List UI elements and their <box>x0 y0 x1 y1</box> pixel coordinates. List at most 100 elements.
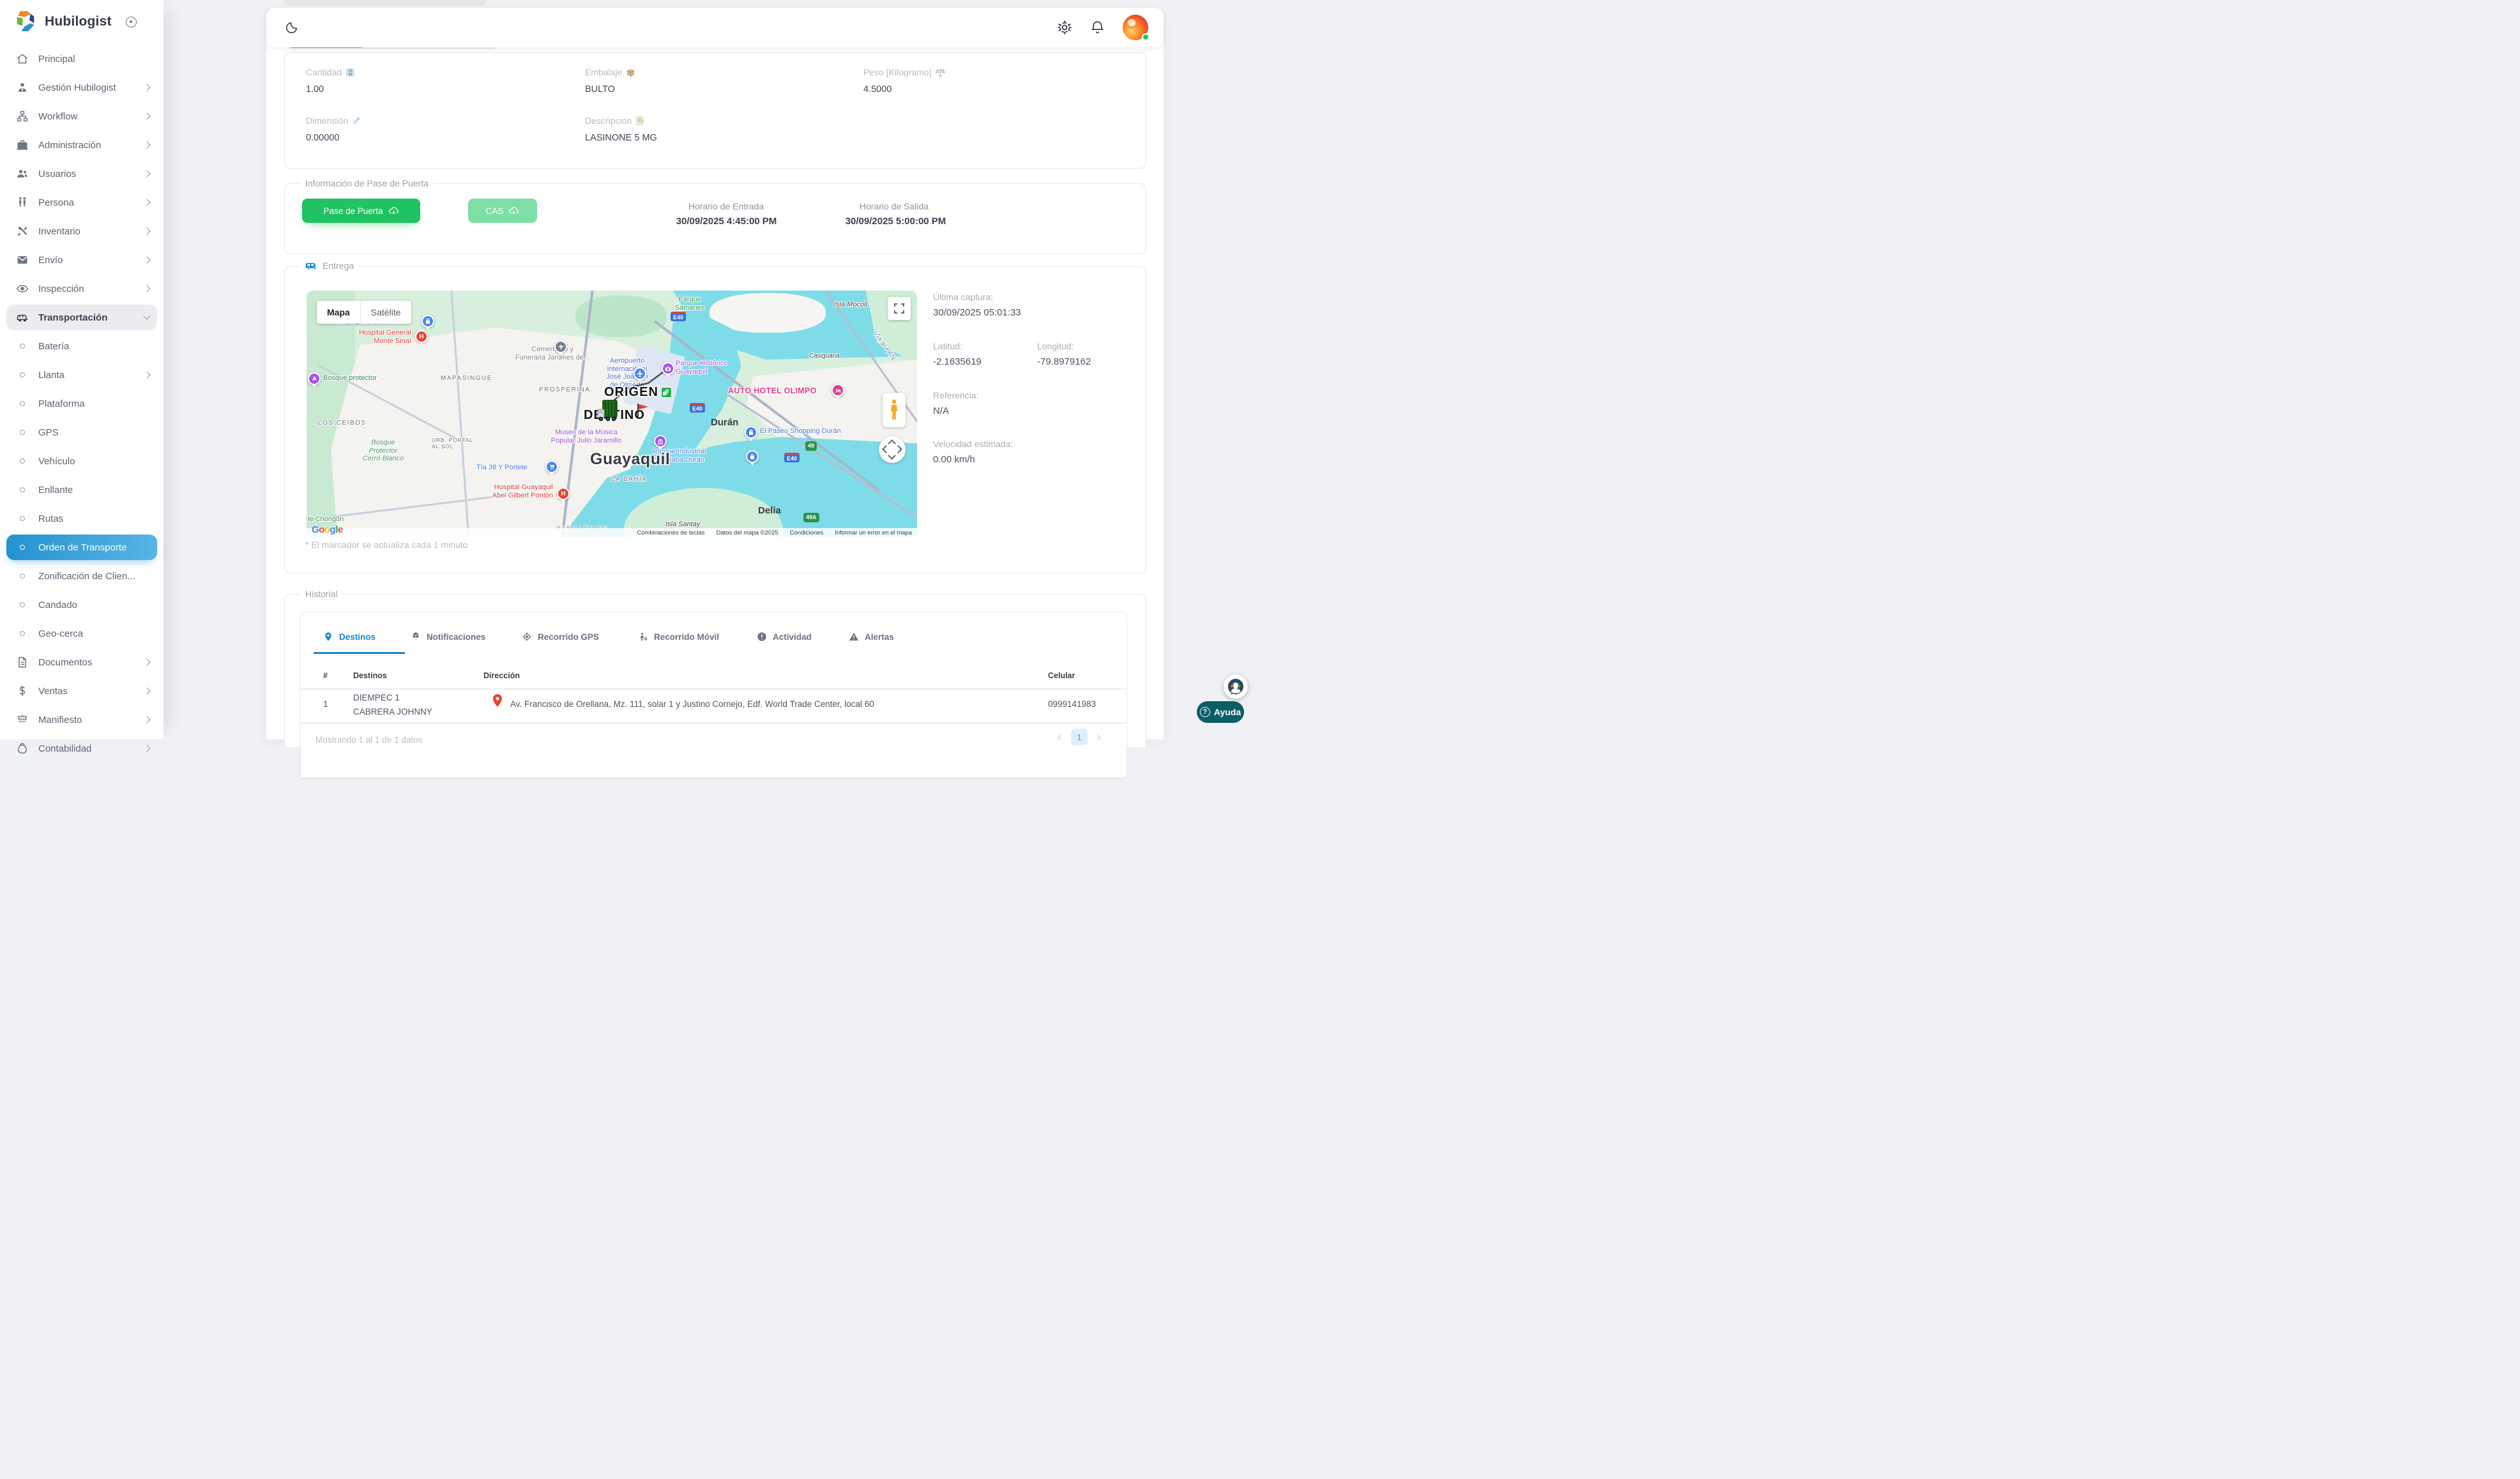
help-button[interactable]: ? Ayuda <box>1197 701 1244 723</box>
logo[interactable]: Hubilogist <box>13 9 137 34</box>
dark-mode-toggle[interactable] <box>283 19 301 36</box>
sidebar-subitem-bateria[interactable]: Batería <box>6 333 157 359</box>
sidebar-subitem-enllante[interactable]: Enllante <box>6 477 157 503</box>
bullet-icon <box>20 573 25 579</box>
numbers-icon: 1234 <box>345 68 355 77</box>
map-type-satelite-button[interactable]: Satélite <box>360 301 411 324</box>
truck-icon <box>595 398 623 423</box>
row-destino-line1: DIEMPEC 1 <box>353 693 400 702</box>
map-pin-bosque-icon <box>308 372 321 385</box>
sidebar-item-usuarios[interactable]: Usuarios <box>6 161 157 186</box>
sidebar-subitem-zonificacion[interactable]: Zonificación de Clien... <box>6 563 157 589</box>
sidebar-item-ventas[interactable]: Ventas <box>6 678 157 704</box>
chevron-right-icon <box>143 199 150 206</box>
sidebar-subitem-candado[interactable]: Candado <box>6 592 157 618</box>
tab-recorrido-movil[interactable]: Recorrido Móvil <box>638 632 719 642</box>
sidebar-item-inventario[interactable]: Inventario <box>6 218 157 244</box>
table-divider <box>301 688 1127 690</box>
street-view-pegman[interactable] <box>883 393 906 427</box>
map-pin-cementerio-icon <box>554 340 567 353</box>
report-error-link[interactable]: Informar un error en el mapa <box>835 529 912 536</box>
keyboard-shortcuts-link[interactable]: Combinaciones de teclas <box>637 529 704 536</box>
chevron-right-icon <box>143 84 150 91</box>
map-label-auto-hotel-olimpo: AUTO HOTEL OLIMPO <box>728 386 817 395</box>
map-label-parque-samanes: Parque Samanes <box>664 296 715 312</box>
sidebar-item-inspeccion[interactable]: Inspección <box>6 276 157 301</box>
sidebar-item-documentos[interactable]: Documentos <box>6 649 157 675</box>
tab-recorrido-gps[interactable]: Recorrido GPS <box>522 632 599 642</box>
map-fullscreen-button[interactable] <box>888 297 911 320</box>
mail-icon <box>15 253 29 267</box>
users-icon <box>15 167 29 181</box>
chevron-right-icon <box>143 170 150 177</box>
google-logo[interactable]: Google <box>312 524 343 535</box>
map-label-museo-musica: Museo de la Música Popular Julio Jaramil… <box>521 429 651 444</box>
pencil-icon <box>352 116 361 125</box>
sidebar-subitem-geo-cerca[interactable]: Geo-cerca <box>6 621 157 646</box>
referencia-value: N/A <box>933 406 949 416</box>
delivery-map[interactable]: Mall El Fortín Parque Samanes Isla Mocol… <box>307 291 917 537</box>
headset-chat-icon <box>1227 678 1245 695</box>
sidebar-item-gestion-hubilogist[interactable]: Gestión Hubilogist <box>6 75 157 100</box>
sidebar-subitem-rutas[interactable]: Rutas <box>6 506 157 531</box>
pagination-next-button[interactable]: › <box>1091 729 1107 745</box>
sidebar-item-workflow[interactable]: Workflow <box>6 103 157 129</box>
map-label-batallon: BATALLÓN DEL SUBURBIO <box>557 526 611 537</box>
map-type-mapa-button[interactable]: Mapa <box>317 301 360 324</box>
sidebar-item-persona[interactable]: Persona <box>6 190 157 215</box>
sidebar-subitem-orden-de-transporte[interactable]: Orden de Transporte <box>6 535 157 560</box>
sidebar-item-manifiesto[interactable]: Manifiesto <box>6 707 157 732</box>
map-label-hospital-monte-sinai: Hospital General Monte Sinaí <box>324 329 411 345</box>
person-pin-icon <box>638 632 648 642</box>
col-header-celular: Celular <box>1048 671 1075 680</box>
tab-destinos[interactable]: Destinos <box>323 632 376 642</box>
tab-notificaciones[interactable]: Notificaciones <box>411 632 485 642</box>
longitud-value: -79.8979162 <box>1037 356 1091 367</box>
sidebar-subitem-vehiculo[interactable]: Vehículo <box>6 448 157 474</box>
marker-update-note: * El marcador se actualiza cada 1 minuto <box>305 540 467 550</box>
longitud-label: Longitud: <box>1037 341 1074 351</box>
chevron-right-icon <box>143 745 150 752</box>
tab-alertas[interactable]: Alertas <box>849 632 894 642</box>
support-chat-button[interactable] <box>1224 674 1248 699</box>
chevron-right-icon <box>143 371 150 378</box>
tools-icon <box>15 224 29 238</box>
sidebar-subitem-gps[interactable]: GPS <box>6 420 157 445</box>
vehicle-icon <box>15 310 29 324</box>
moon-icon <box>285 20 299 34</box>
pagination-page-1[interactable]: 1 <box>1071 729 1088 745</box>
tab-actividad[interactable]: Actividad <box>757 632 812 642</box>
bullet-icon <box>20 545 25 550</box>
pan-down-icon <box>888 451 896 460</box>
pan-up-icon <box>888 439 896 448</box>
referencia-label: Referencia: <box>933 390 979 400</box>
map-label-isla-mocoli: Isla Mocoli <box>834 301 867 309</box>
pagination-prev-button[interactable]: ‹ <box>1051 729 1068 745</box>
settings-button[interactable] <box>1056 19 1073 36</box>
map-label-chongon: le Chongón <box>308 515 344 524</box>
map-pan-control[interactable] <box>879 436 906 463</box>
pase-de-puerta-download-button[interactable]: Pase de Puerta <box>302 199 420 223</box>
sidebar-item-envio[interactable]: Envío <box>6 247 157 273</box>
cas-download-button[interactable]: CAS <box>468 199 537 223</box>
bullet-icon <box>20 401 25 406</box>
horario-salida-value: 30/09/2025 5:00:00 PM <box>786 216 1006 227</box>
warning-triangle-icon <box>849 632 859 642</box>
sidebar-collapse-toggle-icon[interactable] <box>126 17 137 27</box>
scale-icon <box>936 68 945 77</box>
sidebar-subitem-llanta[interactable]: Llanta <box>6 362 157 388</box>
home-icon <box>15 52 29 66</box>
sidebar-item-principal[interactable]: Principal <box>6 46 157 72</box>
sidebar-item-administracion[interactable]: Administración <box>6 132 157 158</box>
sidebar-item-transportacion[interactable]: Transportación <box>6 305 157 330</box>
notifications-button[interactable] <box>1089 19 1106 36</box>
row-num: 1 <box>323 699 328 709</box>
user-avatar[interactable] <box>1123 15 1148 40</box>
ultima-captura-value: 30/09/2025 05:01:33 <box>933 307 1021 318</box>
topbar <box>266 8 1164 47</box>
chevron-down-icon <box>143 312 150 319</box>
sidebar-subitem-plataforma[interactable]: Plataforma <box>6 391 157 416</box>
sidebar-item-contabilidad[interactable]: Contabilidad <box>6 736 157 761</box>
terms-link[interactable]: Condiciones <box>790 529 823 536</box>
cloud-download-icon <box>388 206 399 216</box>
